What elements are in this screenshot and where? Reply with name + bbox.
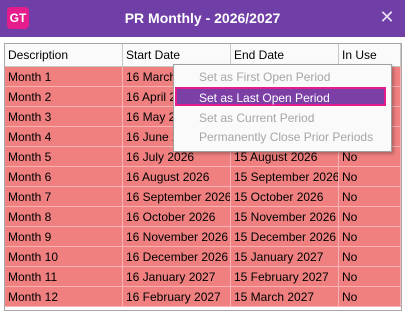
table-row[interactable]: Month 8 16 October 2026 15 November 2026 No	[5, 207, 401, 227]
close-icon[interactable]: ✕	[378, 8, 396, 26]
cell-description: Month 4	[5, 127, 123, 147]
cell-description: Month 9	[5, 227, 123, 247]
cell-description: Month 1	[5, 67, 123, 87]
table-row[interactable]: Month 7 16 September 2026 15 October 2026 N…	[5, 187, 401, 207]
cell-start-date: 16 January 2027	[123, 267, 231, 287]
cell-end-date: 15 February 2027	[231, 267, 339, 287]
column-header-in-use[interactable]: In Use	[339, 44, 401, 66]
cell-start-date: 16 August 2026	[123, 167, 231, 187]
table-row[interactable]: Month 11 16 January 2027 15 February 2027 N…	[5, 267, 401, 287]
cell-description: Month 7	[5, 187, 123, 207]
table-row[interactable]: Month 6 16 August 2026 15 September 2026 No	[5, 167, 401, 187]
cell-in-use: No	[339, 247, 401, 267]
cell-in-use: No	[339, 287, 401, 307]
cell-description: Month 11	[5, 267, 123, 287]
cell-start-date: 16 December 2026	[123, 247, 231, 267]
column-header-description[interactable]: Description	[5, 44, 123, 66]
cell-start-date: 16 September 2026	[123, 187, 231, 207]
table-row[interactable]: Month 9 16 November 2026 15 December 2026 N…	[5, 227, 401, 247]
menu-item-set-last-open-period[interactable]: Set as Last Open Period	[175, 87, 386, 106]
cell-start-date: 16 February 2027	[123, 287, 231, 307]
cell-description: Month 12	[5, 287, 123, 307]
title-bar: GT PR Monthly - 2026/2027 ✕	[0, 0, 405, 37]
cell-in-use: No	[339, 267, 401, 287]
cell-in-use: No	[339, 187, 401, 207]
cell-end-date: 15 November 2026	[231, 207, 339, 227]
cell-in-use: No	[339, 207, 401, 227]
cell-description: Month 3	[5, 107, 123, 127]
column-header-start-date[interactable]: Start Date	[123, 44, 231, 66]
cell-description: Month 6	[5, 167, 123, 187]
cell-end-date: 15 October 2026	[231, 187, 339, 207]
cell-start-date: 16 November 2026	[123, 227, 231, 247]
cell-in-use: No	[339, 167, 401, 187]
cell-in-use: No	[339, 227, 401, 247]
window-title: PR Monthly - 2026/2027	[124, 10, 281, 26]
cell-end-date: 15 September 2026	[231, 167, 339, 187]
column-header-end-date[interactable]: End Date	[231, 44, 339, 66]
cell-description: Month 5	[5, 147, 123, 167]
table-row[interactable]: Month 10 16 December 2026 15 January 2027 N…	[5, 247, 401, 267]
menu-item-set-current-period[interactable]: Set as Current Period	[177, 109, 386, 128]
context-menu: Set as First Open Period Set as Last Ope…	[173, 64, 392, 152]
cell-description: Month 8	[5, 207, 123, 227]
cell-end-date: 15 January 2027	[231, 247, 339, 267]
cell-end-date: 15 March 2027	[231, 287, 339, 307]
cell-end-date: 15 December 2026	[231, 227, 339, 247]
cell-start-date: 16 October 2026	[123, 207, 231, 227]
cell-description: Month 2	[5, 87, 123, 107]
menu-item-close-prior-periods[interactable]: Permanently Close Prior Periods	[177, 128, 386, 147]
table-row[interactable]: Month 12 16 February 2027 15 March 2027 No	[5, 287, 401, 307]
cell-description: Month 10	[5, 247, 123, 267]
menu-item-set-first-open-period[interactable]: Set as First Open Period	[177, 68, 386, 87]
